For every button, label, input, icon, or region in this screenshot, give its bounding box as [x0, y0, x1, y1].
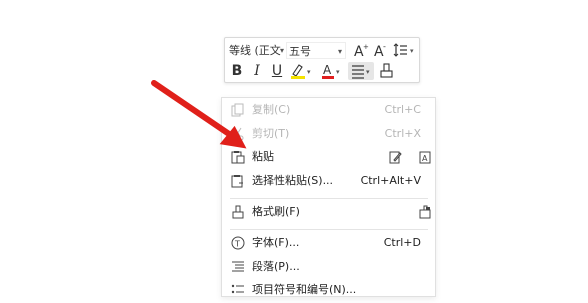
annotation-arrow	[151, 80, 247, 149]
